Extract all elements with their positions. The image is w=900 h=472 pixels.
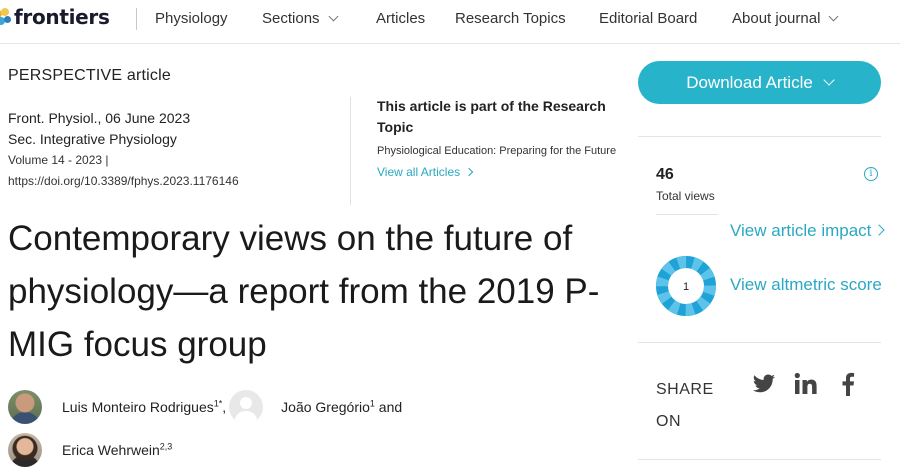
author-name[interactable]: João Gregório1 and	[281, 399, 402, 415]
nav-about-journal-label: About journal	[732, 10, 821, 27]
view-all-articles-label: View all Articles	[377, 165, 461, 179]
author-affiliation: 2,3	[159, 441, 173, 452]
frontiers-logo[interactable]: frontiers	[0, 5, 110, 29]
nav-articles[interactable]: Articles	[376, 10, 425, 27]
nav-research-topics[interactable]: Research Topics	[455, 10, 566, 27]
article-title: Contemporary views on the future of phys…	[8, 219, 600, 364]
view-all-articles-link[interactable]: View all Articles	[377, 165, 474, 179]
author-avatar-placeholder[interactable]	[229, 390, 264, 424]
doi-link[interactable]: https://doi.org/10.3389/fphys.2023.11761…	[8, 171, 338, 191]
total-views-count: 46	[656, 166, 674, 183]
author-name[interactable]: Erica Wehrwein2,3	[62, 442, 172, 458]
research-topic-name[interactable]: Physiological Education: Preparing for t…	[377, 143, 617, 159]
nav-about-journal[interactable]: About journal	[732, 10, 839, 27]
download-article-button[interactable]: Download Article	[638, 61, 881, 104]
linkedin-icon[interactable]	[794, 372, 818, 396]
top-nav: frontiers Physiology Sections Articles R…	[0, 0, 900, 44]
nav-editorial-board[interactable]: Editorial Board	[599, 10, 697, 27]
article-type: PERSPECTIVE article	[8, 67, 171, 84]
nav-journal-physiology[interactable]: Physiology	[155, 10, 228, 27]
article-meta: Front. Physiol., 06 June 2023 Sec. Integ…	[8, 108, 338, 191]
author-row-1: Luis Monteiro Rodrigues1*, João Gregório…	[8, 390, 402, 424]
chevron-down-icon	[328, 11, 338, 22]
share-label: SHARE ON	[656, 381, 714, 430]
nav-sections[interactable]: Sections	[262, 10, 338, 27]
view-altmetric-score-link[interactable]: View altmetric score	[730, 275, 882, 295]
journal-date: Front. Physiol., 06 June 2023	[8, 110, 191, 126]
sidebar-divider	[638, 342, 881, 343]
author-separator: ,	[222, 399, 227, 415]
info-icon[interactable]: i	[864, 167, 878, 181]
article-volume: Volume 14 - 2023 |	[8, 153, 109, 167]
twitter-icon[interactable]	[751, 372, 777, 396]
meta-divider	[350, 97, 351, 205]
research-topic-heading: This article is part of the Research Top…	[377, 98, 606, 135]
author-name-text: Erica Wehrwein	[62, 442, 160, 458]
research-topic-box: This article is part of the Research Top…	[377, 96, 617, 181]
altmetric-donut[interactable]: 1	[655, 255, 717, 317]
author-avatar[interactable]	[8, 433, 42, 467]
nav-sections-label: Sections	[262, 10, 320, 27]
chevron-down-icon	[823, 73, 835, 86]
view-article-impact-link[interactable]: View article impact	[730, 221, 886, 241]
logo-text: frontiers	[14, 5, 110, 29]
sidebar-divider	[638, 136, 881, 137]
altmetric-score: 1	[683, 281, 689, 293]
views-underline	[656, 214, 718, 215]
chevron-down-icon	[828, 11, 839, 22]
author-separator: and	[374, 399, 403, 415]
author-affiliation: 1*	[213, 398, 223, 409]
frontiers-logo-icon	[0, 7, 12, 27]
facebook-icon[interactable]	[840, 372, 856, 396]
chevron-right-icon	[464, 167, 474, 177]
view-article-impact-label: View article impact	[730, 221, 872, 240]
author-row-2: Erica Wehrwein2,3	[8, 433, 172, 467]
nav-divider	[136, 8, 137, 30]
article-section: Sec. Integrative Physiology	[8, 131, 177, 147]
author-name-text: João Gregório	[281, 399, 370, 415]
sidebar-divider	[638, 459, 881, 460]
download-article-label: Download Article	[686, 72, 813, 92]
author-name[interactable]: Luis Monteiro Rodrigues1*,	[62, 399, 226, 415]
chevron-right-icon	[873, 224, 886, 236]
author-avatar[interactable]	[8, 390, 42, 424]
total-views-label: Total views	[656, 189, 715, 203]
author-name-text: Luis Monteiro Rodrigues	[62, 399, 214, 415]
view-altmetric-score-label: View altmetric score	[730, 275, 882, 294]
